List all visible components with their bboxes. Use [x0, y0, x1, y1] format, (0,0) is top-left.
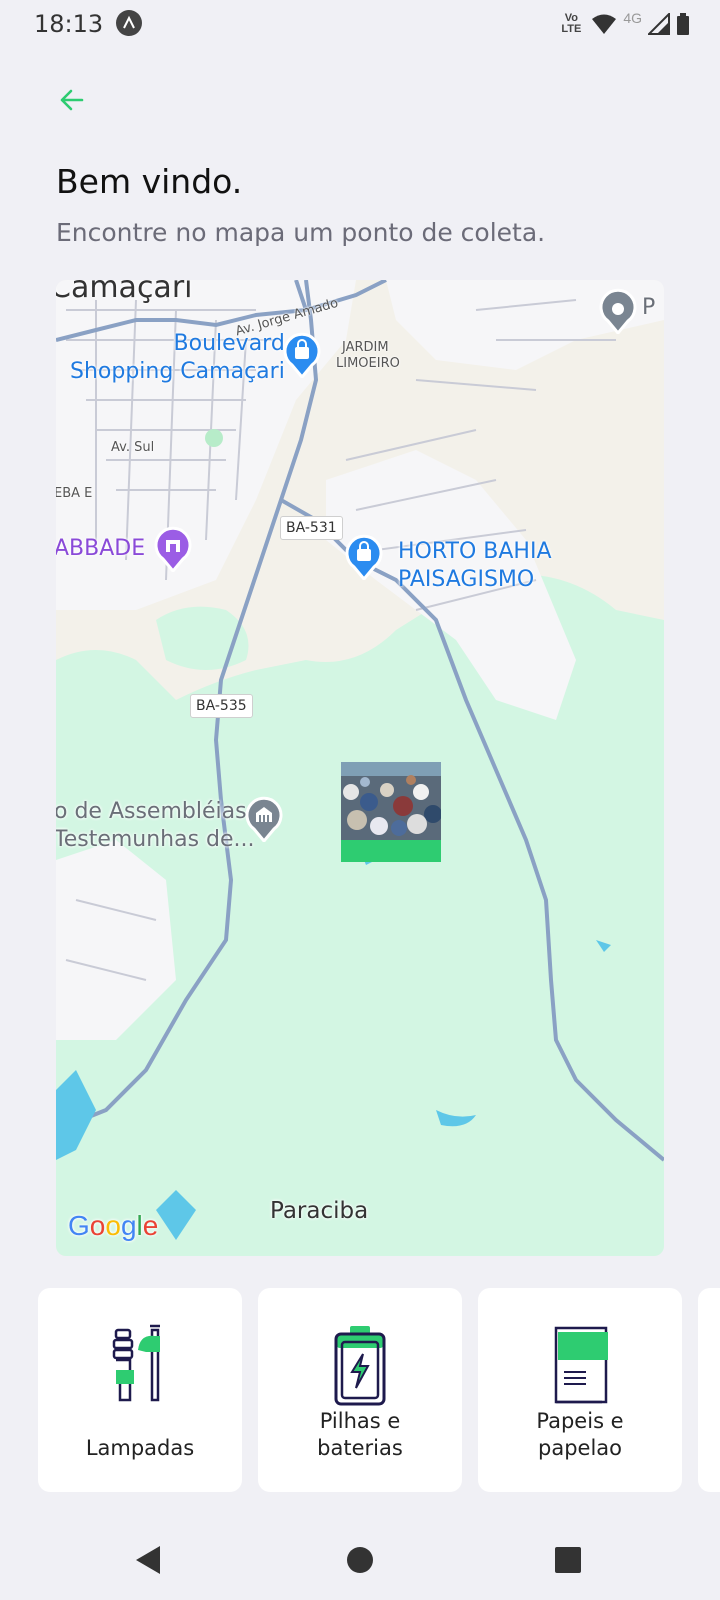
road-sign-ba531: BA-531 [280, 516, 343, 540]
category-card-pilhas-baterias[interactable]: Pilhas e baterias [258, 1288, 462, 1492]
status-icons: Vo LTE 4G [557, 8, 690, 40]
shopping-pin-icon[interactable] [283, 332, 321, 380]
category-label: Papeis e papelao [536, 1409, 624, 1460]
nav-home-button[interactable] [340, 1540, 380, 1580]
triangle-back-icon [136, 1546, 160, 1574]
volte-indicator: Vo LTE [561, 12, 582, 35]
map-poi-assembleias-label[interactable]: o de Assembléias Testemunhas de... [56, 798, 255, 854]
category-list[interactable]: Lampadas Pilhas e baterias Papeis e pape… [38, 1288, 720, 1492]
square-recents-icon [555, 1547, 581, 1573]
battery-icon [258, 1322, 462, 1406]
map-poi-boulevard-label[interactable]: Boulevard Shopping Camaçari [70, 330, 285, 386]
category-label: Pilhas e baterias [317, 1409, 403, 1460]
map-label-jardim-limoeiro: JARDIM LIMOEIRO [336, 340, 400, 371]
road-sign-ba535: BA-535 [190, 694, 253, 718]
location-pin-icon[interactable] [599, 288, 637, 336]
lamp-icon [38, 1322, 242, 1406]
wifi-icon [592, 14, 617, 34]
collection-point-marker[interactable] [341, 762, 441, 862]
map-poi-horto-bahia-label[interactable]: HORTO BAHIA PAISAGISMO [398, 538, 552, 594]
map-label-paraciba: Paraciba [270, 1198, 369, 1224]
map-poi-top-right-label: P [642, 295, 656, 320]
network-type: 4G [623, 10, 642, 26]
worship-place-pin-icon[interactable] [245, 796, 283, 844]
paper-icon [478, 1322, 682, 1406]
status-bar: 18:13 Vo LTE 4G [0, 0, 720, 48]
map-view[interactable]: Camaçari Av. Jorge Amado Boulevard Shopp… [56, 280, 664, 1256]
landmark-pin-icon[interactable] [154, 526, 192, 574]
category-label: Lampadas [85, 1436, 195, 1460]
shopping-pin-icon[interactable] [345, 534, 383, 582]
arrow-left-icon [60, 89, 84, 111]
nav-recents-button[interactable] [548, 1540, 588, 1580]
category-card-papeis-papelao[interactable]: Papeis e papelao [478, 1288, 682, 1492]
nav-back-button[interactable] [130, 1540, 170, 1580]
circle-home-icon [347, 1547, 373, 1573]
battery-status-icon [677, 13, 689, 35]
map-poi-abbade-label[interactable]: ABBADE [56, 536, 145, 561]
google-logo: Google [68, 1210, 159, 1241]
waste-photo-image [341, 762, 441, 840]
system-nav-bar [0, 1520, 720, 1600]
back-button[interactable] [52, 80, 92, 120]
category-card-partial[interactable] [698, 1288, 720, 1492]
signal-icon [648, 13, 670, 35]
page-title: Bem vindo. [56, 162, 243, 201]
map-label-city: Camaçari [56, 280, 193, 305]
map-label-street-sul: Av. Sul [111, 440, 155, 455]
map-label-eba: EBA E [56, 486, 93, 501]
app-notification-icon [116, 10, 142, 36]
category-card-lampadas[interactable]: Lampadas [38, 1288, 242, 1492]
marker-accent-bar [341, 840, 441, 862]
page-subtitle: Encontre no mapa um ponto de coleta. [56, 218, 546, 247]
status-time: 18:13 [34, 10, 104, 38]
